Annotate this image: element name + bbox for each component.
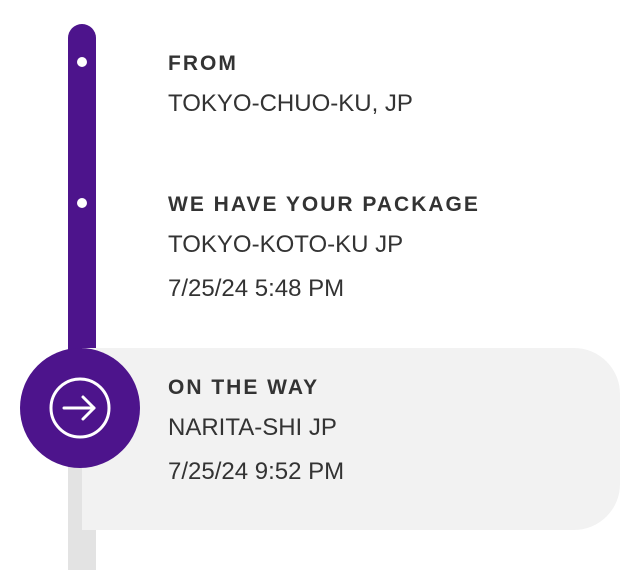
event-datetime: 7/25/24 5:48 PM [168,275,345,302]
event-title: FROM [168,52,238,75]
event-title: ON THE WAY [168,376,320,399]
event-title: WE HAVE YOUR PACKAGE [168,193,480,216]
current-event-highlight [82,348,620,530]
timeline-event-from: FROM TOKYO-CHUO-KU, JP [168,51,413,133]
arrow-right-icon [49,377,111,439]
timeline-event-picked-up: WE HAVE YOUR PACKAGE TOKYO-KOTO-KU JP 7/… [168,192,480,318]
event-location: TOKYO-CHUO-KU, JP [168,90,413,117]
timeline-dot-picked-up [77,198,87,208]
event-datetime: 7/25/24 9:52 PM [168,458,345,485]
event-location: NARITA-SHI JP [168,414,337,441]
timeline-event-on-the-way: ON THE WAY NARITA-SHI JP 7/25/24 9:52 PM [168,375,344,501]
timeline-dot-from [77,57,87,67]
event-location: TOKYO-KOTO-KU JP [168,231,404,258]
current-status-marker [20,348,140,468]
